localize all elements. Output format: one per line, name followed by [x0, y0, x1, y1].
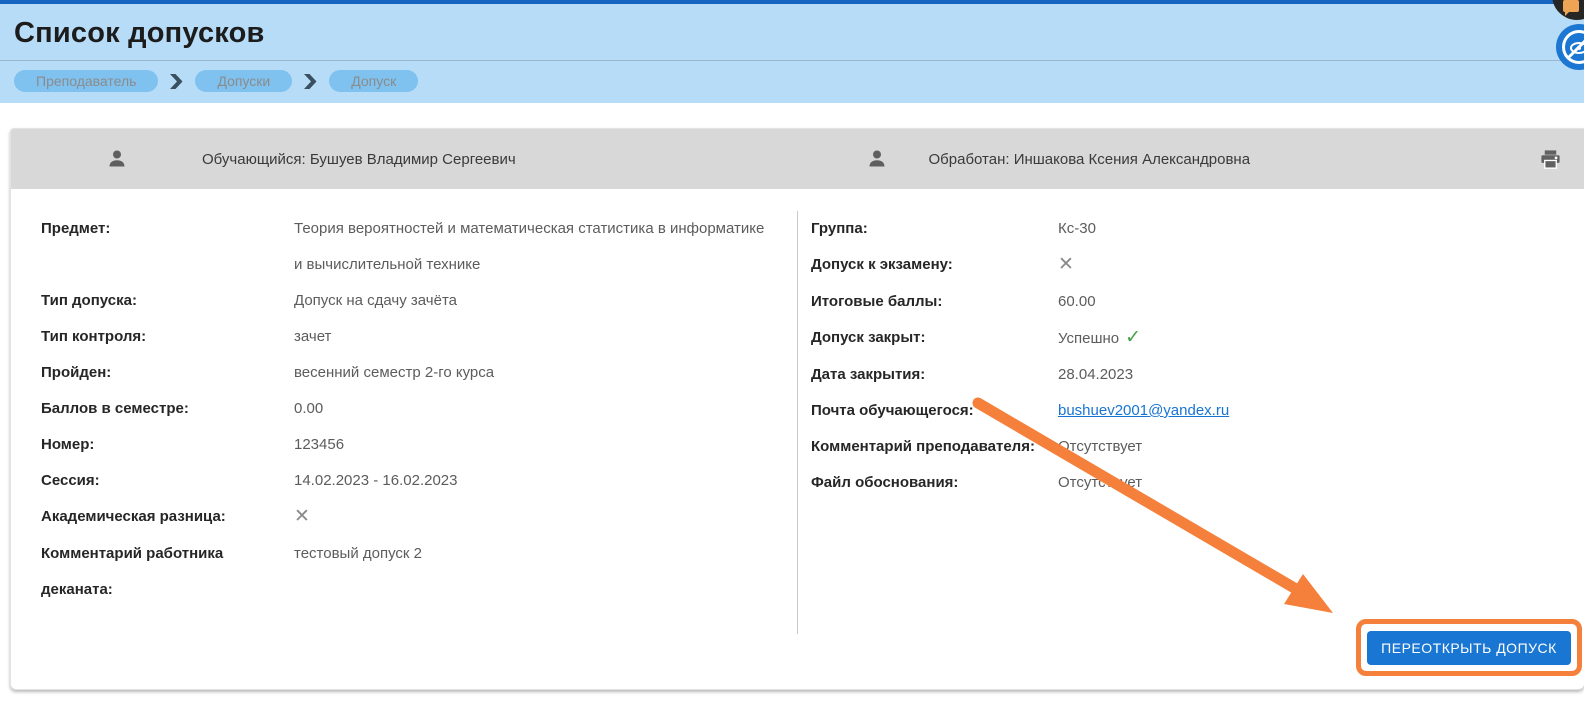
check-icon: ✓ — [1125, 327, 1141, 348]
field-value-text: 14.02.2023 - 16.02.2023 — [294, 472, 457, 489]
field-value-text: 28.04.2023 — [1058, 366, 1133, 383]
field-value: ✕ — [294, 499, 310, 536]
field-label: Комментарий преподавателя: — [811, 429, 1058, 465]
field-value: зачет — [294, 319, 331, 355]
field-value: весенний семестр 2-го курса — [294, 355, 494, 391]
field-row: Предмет:Теория вероятностей и математиче… — [41, 211, 767, 283]
field-value-text: Допуск на сдачу зачёта — [294, 292, 457, 309]
field-label: Комментарий работника деканата: — [41, 536, 294, 608]
field-value: Теория вероятностей и математическая ста… — [294, 211, 767, 283]
breadcrumb-arrow-icon — [170, 73, 183, 90]
field-label: Допуск к экзамену: — [811, 247, 1058, 284]
field-label: Пройден: — [41, 355, 294, 391]
processed-by-name: Обработан: Иншакова Ксения Александровна — [929, 151, 1251, 168]
field-value-text: Успешно — [1058, 330, 1119, 347]
field-row: Почта обучающегося:bushuev2001@yandex.ru — [811, 393, 1584, 429]
card-body: Предмет:Теория вероятностей и математиче… — [11, 189, 1584, 634]
page: Список допусков Преподаватель Допуски До… — [0, 0, 1584, 717]
annotation-highlight-box: ПЕРЕОТКРЫТЬ ДОПУСК — [1356, 619, 1582, 676]
field-label: Предмет: — [41, 211, 294, 283]
field-value: bushuev2001@yandex.ru — [1058, 393, 1229, 429]
chat-bubble-icon — [1563, 0, 1579, 12]
field-label: Итоговые баллы: — [811, 284, 1058, 320]
field-row: Файл обоснования:Отсутствует — [811, 465, 1584, 501]
field-row: Номер:123456 — [41, 427, 767, 463]
left-fields-column: Предмет:Теория вероятностей и математиче… — [11, 211, 798, 634]
field-value-text: зачет — [294, 328, 331, 345]
student-name: Обучающийся: Бушуев Владимир Сергеевич — [202, 151, 516, 168]
field-value-text: весенний семестр 2-го курса — [294, 364, 494, 381]
field-row: Тип контроля:зачет — [41, 319, 767, 355]
field-value-text: 0.00 — [294, 400, 323, 417]
page-header: Список допусков Преподаватель Допуски До… — [0, 4, 1584, 103]
printer-icon — [1539, 148, 1562, 171]
accessibility-toggle-button[interactable] — [1555, 23, 1584, 71]
processed-header: Обработан: Иншакова Ксения Александровна — [798, 129, 1584, 189]
admission-card: Обучающийся: Бушуев Владимир Сергеевич О… — [10, 128, 1584, 690]
cross-icon: ✕ — [294, 506, 310, 527]
field-label: Почта обучающегося: — [811, 393, 1058, 429]
field-label: Сессия: — [41, 463, 294, 499]
field-row: Дата закрытия:28.04.2023 — [811, 357, 1584, 393]
field-label: Академическая разница: — [41, 499, 294, 536]
field-value-text: Кс-30 — [1058, 220, 1096, 237]
field-value-text: Отсутствует — [1058, 438, 1142, 455]
print-button[interactable] — [1539, 148, 1562, 171]
field-value: 123456 — [294, 427, 344, 463]
breadcrumb: Преподаватель Допуски Допуск — [0, 61, 1584, 92]
field-value: 0.00 — [294, 391, 323, 427]
field-row: Итоговые баллы:60.00 — [811, 284, 1584, 320]
field-label: Группа: — [811, 211, 1058, 247]
field-row: Группа:Кс-30 — [811, 211, 1584, 247]
field-row: Академическая разница:✕ — [41, 499, 767, 536]
field-value: 60.00 — [1058, 284, 1096, 320]
field-row: Пройден:весенний семестр 2-го курса — [41, 355, 767, 391]
field-value-text: 123456 — [294, 436, 344, 453]
field-label: Тип допуска: — [41, 283, 294, 319]
field-value: ✕ — [1058, 247, 1074, 284]
field-row: Комментарий работника деканата:тестовый … — [41, 536, 767, 608]
breadcrumb-item[interactable]: Допуск — [329, 70, 418, 92]
field-row: Допуск к экзамену:✕ — [811, 247, 1584, 284]
cross-icon: ✕ — [1058, 254, 1074, 275]
field-label: Файл обоснования: — [811, 465, 1058, 501]
field-value-text: Отсутствует — [1058, 474, 1142, 491]
field-row: Баллов в семестре:0.00 — [41, 391, 767, 427]
field-label: Допуск закрыт: — [811, 320, 1058, 357]
person-icon — [866, 148, 888, 170]
breadcrumb-item[interactable]: Преподаватель — [14, 70, 158, 92]
field-label: Баллов в семестре: — [41, 391, 294, 427]
field-value: 14.02.2023 - 16.02.2023 — [294, 463, 457, 499]
page-title: Список допусков — [0, 4, 1584, 60]
field-label: Дата закрытия: — [811, 357, 1058, 393]
field-label: Тип контроля: — [41, 319, 294, 355]
field-value-text: 60.00 — [1058, 293, 1096, 310]
field-value-text: Теория вероятностей и математическая ста… — [294, 220, 764, 273]
field-value: тестовый допуск 2 — [294, 536, 422, 608]
field-row: Сессия:14.02.2023 - 16.02.2023 — [41, 463, 767, 499]
breadcrumb-arrow-icon — [304, 73, 317, 90]
field-label: Номер: — [41, 427, 294, 463]
reopen-admission-button[interactable]: ПЕРЕОТКРЫТЬ ДОПУСК — [1367, 631, 1571, 665]
field-value: 28.04.2023 — [1058, 357, 1133, 393]
field-row: Тип допуска:Допуск на сдачу зачёта — [41, 283, 767, 319]
field-value: Отсутствует — [1058, 465, 1142, 501]
person-icon — [106, 148, 128, 170]
field-value: Допуск на сдачу зачёта — [294, 283, 457, 319]
student-header: Обучающийся: Бушуев Владимир Сергеевич — [11, 129, 798, 189]
field-value: Успешно ✓ — [1058, 320, 1141, 357]
right-fields-column: Группа:Кс-30Допуск к экзамену:✕Итоговые … — [798, 211, 1584, 501]
field-row: Комментарий преподавателя:Отсутствует — [811, 429, 1584, 465]
field-value-text: тестовый допуск 2 — [294, 545, 422, 562]
field-row: Допуск закрыт:Успешно ✓ — [811, 320, 1584, 357]
field-value: Отсутствует — [1058, 429, 1142, 465]
breadcrumb-item[interactable]: Допуски — [195, 70, 292, 92]
email-link[interactable]: bushuev2001@yandex.ru — [1058, 402, 1229, 419]
card-header-bar: Обучающийся: Бушуев Владимир Сергеевич О… — [11, 129, 1584, 189]
field-value: Кс-30 — [1058, 211, 1096, 247]
